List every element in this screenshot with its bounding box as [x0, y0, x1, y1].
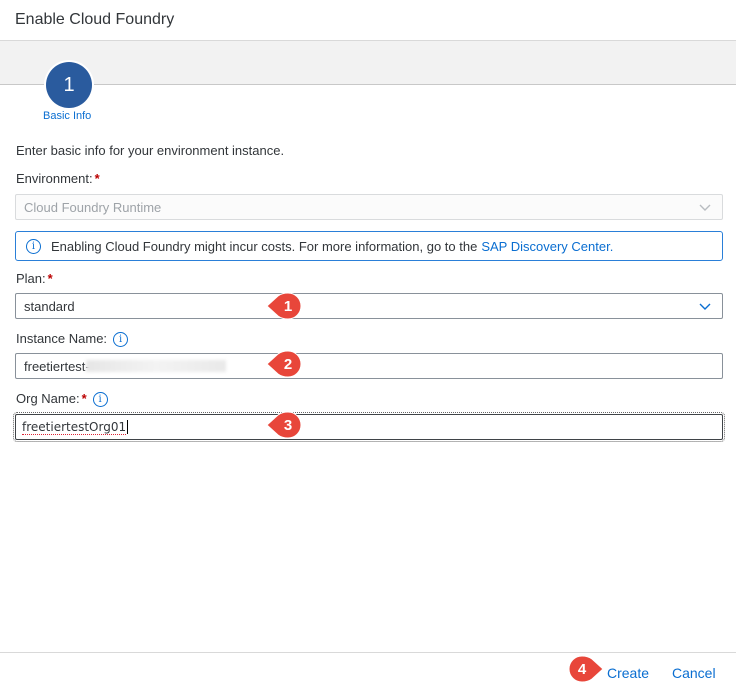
info-icon[interactable]: i	[113, 332, 129, 348]
text-caret	[127, 420, 129, 434]
org-name-label-text: Org Name:	[16, 391, 80, 406]
environment-select: Cloud Foundry Runtime	[15, 194, 723, 220]
callout-badge-3: 3	[266, 411, 302, 439]
chevron-down-icon	[698, 200, 712, 214]
dialog-title: Enable Cloud Foundry	[15, 11, 175, 28]
callout-badge-2: 2	[266, 350, 302, 378]
dialog-header: Enable Cloud Foundry	[0, 0, 736, 41]
chevron-down-icon[interactable]	[698, 299, 712, 313]
callout-badge-1: 1	[266, 292, 302, 320]
environment-label-text: Environment:	[16, 171, 93, 186]
wizard-step-label: Basic Info	[43, 110, 92, 122]
info-icon[interactable]: i	[92, 392, 108, 408]
wizard-progress-bar	[0, 41, 736, 85]
instance-name-label: Instance Name: i	[16, 331, 129, 348]
callout-number: 4	[578, 661, 587, 678]
org-name-input[interactable]: freetiertestOrg01	[13, 412, 725, 442]
redacted-text	[85, 360, 226, 372]
callout-number: 3	[284, 417, 292, 434]
org-name-label: Org Name: * i	[16, 391, 108, 408]
required-marker: *	[94, 171, 100, 186]
wizard-step-1[interactable]: 1	[46, 62, 92, 108]
info-message-strip: i Enabling Cloud Foundry might incur cos…	[15, 231, 723, 261]
plan-label-text: Plan:	[16, 271, 46, 286]
cancel-button[interactable]: Cancel	[672, 665, 716, 681]
callout-number: 1	[284, 298, 292, 315]
required-marker: *	[81, 391, 87, 406]
dialog-footer: Create Cancel	[0, 652, 736, 687]
sap-discovery-center-link[interactable]: SAP Discovery Center.	[481, 239, 613, 254]
instance-name-label-text: Instance Name:	[16, 331, 108, 346]
org-name-value: freetiertestOrg01	[22, 419, 127, 435]
instance-name-value: freetiertest-	[24, 358, 90, 374]
plan-value: standard	[24, 298, 75, 314]
create-button[interactable]: Create	[607, 665, 649, 681]
environment-value: Cloud Foundry Runtime	[24, 199, 162, 215]
plan-label: Plan: *	[16, 271, 53, 286]
info-icon: i	[26, 238, 41, 254]
required-marker: *	[47, 271, 53, 286]
callout-number: 2	[284, 356, 292, 373]
environment-label: Environment: *	[16, 171, 100, 186]
info-message-text: Enabling Cloud Foundry might incur costs…	[51, 238, 478, 254]
instance-name-input[interactable]: freetiertest-	[15, 353, 723, 379]
plan-select[interactable]: standard	[15, 293, 723, 319]
form-intro-text: Enter basic info for your environment in…	[16, 143, 285, 158]
callout-badge-4: 4	[568, 655, 604, 683]
